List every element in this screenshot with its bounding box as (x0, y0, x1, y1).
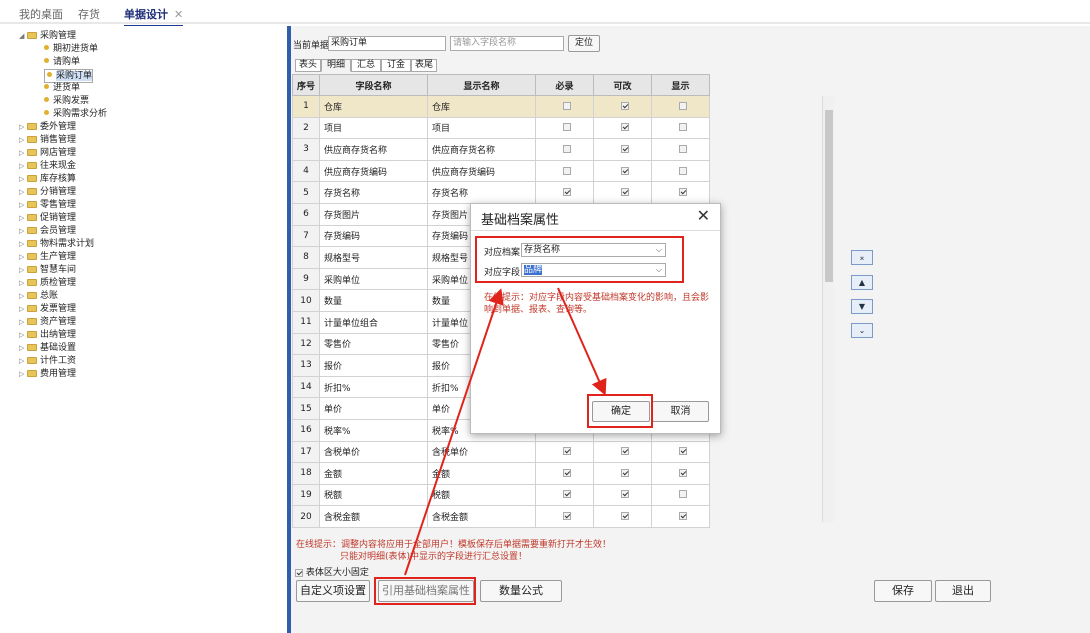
annotation-arrows (404, 287, 607, 576)
arrow-to-dialog (404, 288, 504, 576)
arrow-to-ok (557, 287, 607, 396)
